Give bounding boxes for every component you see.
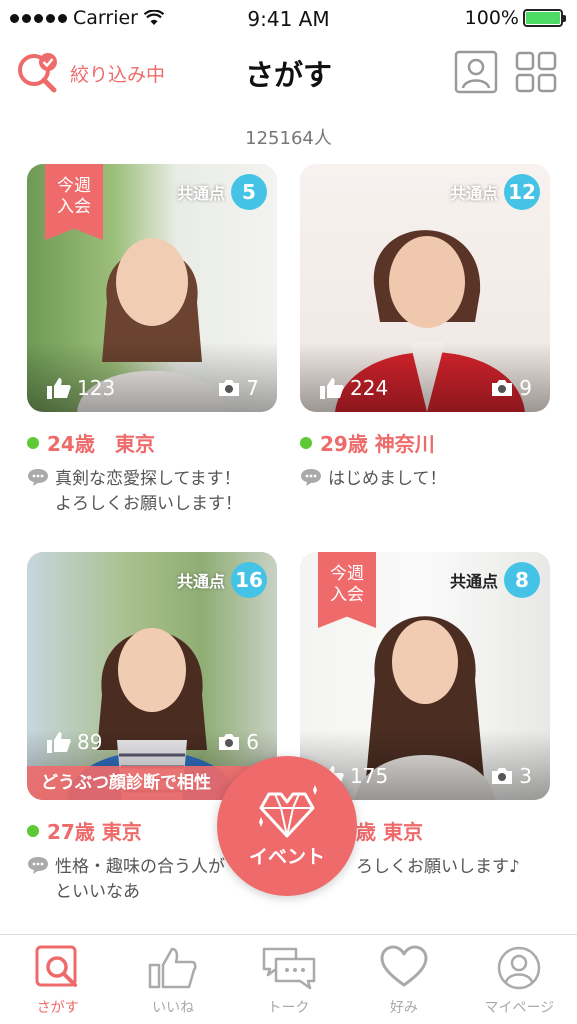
diamond-heart-icon <box>259 785 317 838</box>
tab-talk[interactable]: トーク <box>231 935 346 1024</box>
tab-favorites[interactable]: 好み <box>346 935 461 1024</box>
profile-photo[interactable]: 今週 入会 共通点 8 175 3 <box>300 552 550 800</box>
profile-message: 真剣な恋愛探してます！ よろしくお願いします！ <box>55 469 242 514</box>
photos-count: 3 <box>491 764 532 788</box>
header: 絞り込み中 さがす <box>0 40 577 106</box>
common-count-badge: 16 <box>231 562 267 598</box>
thumbs-up-icon <box>148 947 197 989</box>
age-city: 29歳 神奈川 <box>320 432 435 456</box>
common-count-badge: 8 <box>504 562 540 598</box>
age-city: 24歳 東京 <box>47 432 155 456</box>
common-points: 共通点 16 <box>177 562 267 598</box>
likes-count: 89 <box>47 730 102 754</box>
event-button[interactable]: イベント <box>217 756 357 896</box>
online-indicator <box>27 436 39 449</box>
profile-card[interactable]: 今週 入会 共通点 5 123 7 24歳 東京 真剣な恋愛探してます！ よろし… <box>27 164 277 517</box>
event-label: イベント <box>248 846 325 868</box>
profile-photo[interactable]: 共通点 16 89 6 どうぶつ顔診断で相性 <box>27 552 277 800</box>
photos-count: 9 <box>491 376 532 400</box>
camera-icon <box>219 734 240 750</box>
common-label: 共通点 <box>176 572 225 591</box>
photos-count: 7 <box>218 376 259 400</box>
new-member-ribbon: 今週 入会 <box>318 552 376 628</box>
heart-icon <box>380 945 428 987</box>
tab-search[interactable]: さがす <box>0 935 115 1024</box>
common-label: 共通点 <box>449 572 498 591</box>
age-city: 27歳 東京 <box>47 820 142 844</box>
tab-label: 好み <box>389 1000 418 1016</box>
user-icon <box>498 946 541 990</box>
photos-count: 6 <box>218 730 259 754</box>
result-count: 125164人 <box>245 128 332 149</box>
common-points: 共通点 8 <box>450 562 540 598</box>
thumbs-up-icon <box>47 378 71 399</box>
battery-percent: 100% <box>464 7 519 29</box>
tab-label: いいね <box>152 1000 195 1016</box>
common-count-badge: 5 <box>231 174 267 210</box>
tab-label: トーク <box>267 1000 310 1016</box>
thumbs-up-icon <box>320 378 344 399</box>
common-label: 共通点 <box>176 184 225 203</box>
search-tab-icon <box>35 945 77 987</box>
common-points: 共通点 12 <box>450 174 540 210</box>
tab-bar: さがす いいね トーク 好み マイページ <box>0 934 577 1024</box>
speech-bubble-icon <box>28 857 48 874</box>
profile-message: はじめまして！ <box>328 469 447 489</box>
profile-message: 性格・趣味の合う人が といいなあ <box>55 857 225 902</box>
camera-icon <box>492 768 513 784</box>
tab-likes[interactable]: いいね <box>115 935 230 1024</box>
battery-icon <box>523 9 566 27</box>
likes-count: 224 <box>320 376 388 400</box>
profile-photo[interactable]: 今週 入会 共通点 5 123 7 <box>27 164 277 412</box>
age-city: 歳 東京 <box>356 820 423 844</box>
profile-view-icon[interactable] <box>454 50 498 94</box>
profile-message: ろしくお願いします♪ <box>356 857 520 877</box>
online-indicator <box>300 436 312 449</box>
common-points: 共通点 5 <box>177 174 267 210</box>
profile-card[interactable]: 共通点 12 224 9 29歳 神奈川 はじめまして！ <box>300 164 550 492</box>
grid-view-icon[interactable] <box>514 50 558 94</box>
common-count-badge: 12 <box>504 174 540 210</box>
tab-label: さがす <box>36 1000 79 1016</box>
common-label: 共通点 <box>449 184 498 203</box>
thumbs-up-icon <box>47 732 71 753</box>
speech-bubble-icon <box>301 469 321 486</box>
speech-bubble-icon <box>28 469 48 486</box>
tab-label: マイページ <box>484 1000 555 1016</box>
online-indicator <box>27 824 39 837</box>
chat-icon <box>262 947 315 990</box>
profile-photo[interactable]: 共通点 12 224 9 <box>300 164 550 412</box>
status-bar: Carrier 9:41 AM 100% <box>0 0 577 38</box>
camera-icon <box>219 380 240 396</box>
camera-icon <box>492 380 513 396</box>
likes-count: 123 <box>47 376 115 400</box>
tab-mypage[interactable]: マイページ <box>462 935 577 1024</box>
